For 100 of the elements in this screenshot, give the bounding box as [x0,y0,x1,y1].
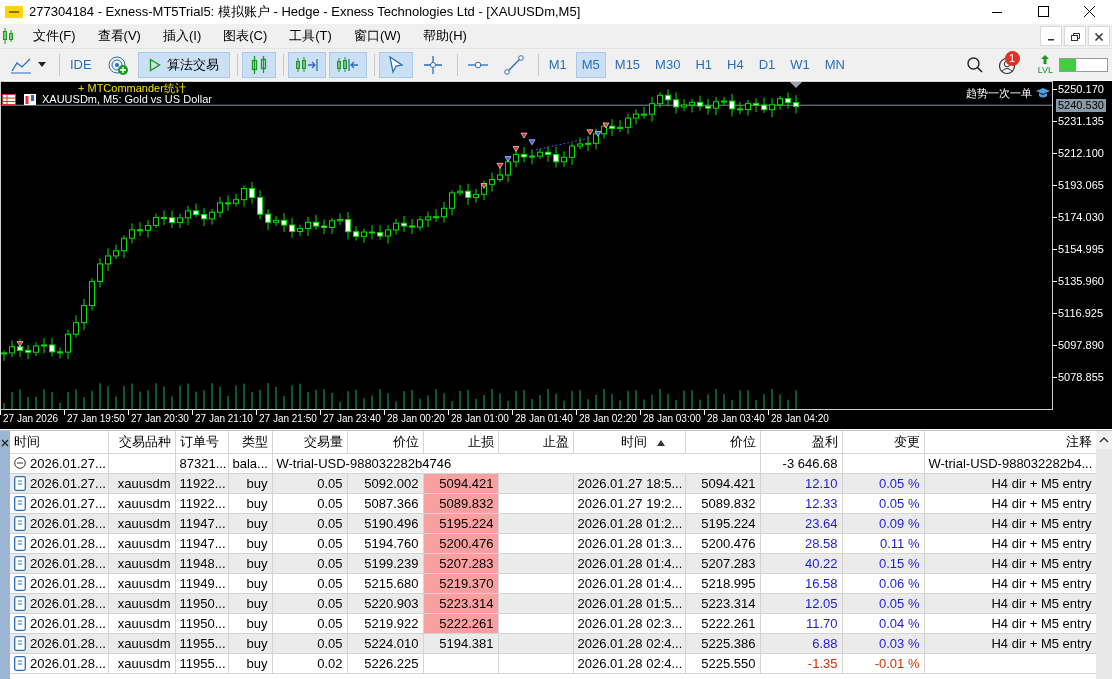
trade-connector-line [535,137,591,151]
menu-item[interactable]: 工具(T) [282,26,339,46]
candlestick [185,205,191,226]
column-header[interactable]: 变更 [842,431,924,453]
table-cell: 0.06 % [842,573,924,593]
algo-trading-button[interactable]: 算法交易 [137,51,230,78]
time-axis-label: 28 Jan 04:20 [771,412,829,426]
toolbar-button[interactable] [378,51,413,78]
minimize-icon[interactable] [992,11,1002,13]
candlestick [425,211,431,228]
table-cell: 12.05 [760,593,842,613]
candlestick [433,208,439,223]
candlestick [561,150,567,168]
table-cell: W-trial-USD-988032282b4746 [272,453,760,473]
table-cell-text: 2026.01.27... [30,474,106,493]
menu-item[interactable]: 图表(C) [216,26,275,46]
table-cell: buy [228,573,272,593]
close-button[interactable] [1088,26,1110,46]
candlestick [393,218,399,235]
column-header[interactable]: 类型 [228,431,272,453]
collapse-icon[interactable] [14,457,26,469]
menu-item[interactable]: 查看(V) [90,26,148,46]
search-icon[interactable] [965,55,984,74]
toolbar-button[interactable] [241,51,276,78]
candlestick [681,98,687,112]
table-cell: 5200.476 [685,533,760,553]
table-cell: 5223.314 [685,593,760,613]
timeframe-tab[interactable]: W1 [784,51,816,78]
menu-item[interactable]: 窗口(W) [346,26,408,46]
time-axis-label: 27 Jan 2026 [3,412,59,426]
timeframe-tab[interactable]: M1 [542,51,573,78]
timeframe-tab[interactable]: M30 [649,51,687,78]
price-axis-label: 5212.100 [1058,147,1104,159]
column-header[interactable]: 订单号 [175,431,228,453]
candlestick [329,217,335,235]
toolbar-button[interactable] [287,51,326,78]
candlestick [137,221,143,237]
toolbar-button[interactable] [328,51,367,78]
scrollbar[interactable] [1096,431,1112,679]
table-cell: xauusdm [108,493,175,513]
timeframe-tab[interactable]: H1 [689,51,718,78]
grid-icon[interactable] [2,93,16,105]
timeframe-tab[interactable]: H4 [721,51,750,78]
candlestick [121,234,127,259]
menu-item[interactable]: 插入(I) [155,26,209,46]
column-header[interactable]: 止盈 [498,431,573,453]
table-cell: xauusdm [108,573,175,593]
timeframe-tab[interactable]: M15 [608,51,647,78]
candlestick [145,219,151,238]
column-header[interactable]: 价位 [347,431,423,453]
table-cell: xauusdm [108,593,175,613]
close-icon[interactable] [1,439,9,447]
table-cell: 11955... [175,653,228,673]
timeframe-tab[interactable]: D1 [752,51,782,78]
shift-marker-icon[interactable] [790,82,802,88]
expert-name-label: 趋势一次一单 [966,86,1032,101]
candlestick [289,217,295,239]
candlestick [737,101,743,115]
candlestick [257,189,263,220]
column-header[interactable]: 交易量 [272,431,347,453]
menu-item[interactable]: 帮助(H) [415,26,474,46]
timeframe-tab[interactable]: MN [818,51,851,78]
upload-arrow-icon [1040,54,1051,65]
table-cell: buy [228,593,272,613]
candlestick [449,189,455,216]
menu-item[interactable]: 文件(F) [26,26,83,46]
candlestick [769,97,775,118]
column-header[interactable]: 价位 [685,431,760,453]
signal-plus-icon [106,53,129,76]
table-cell: 0.05 [272,513,347,533]
column-header[interactable]: 交易品种 [108,431,175,453]
candlestick [241,185,247,208]
time-axis-label: 28 Jan 00:20 [387,412,445,426]
trade-arrow-icon [16,341,24,347]
table-cell: buy [228,633,272,653]
document-icon [14,595,26,611]
column-header[interactable]: 时间 [573,431,685,453]
column-header[interactable]: 止损 [423,431,498,453]
ide-button[interactable]: IDE [64,51,98,78]
table-cell: 2026.01.28 01:5... [573,593,685,613]
table-cell: 5215.680 [347,573,423,593]
table-cell: 5225.386 [685,633,760,653]
table-cell: 5225.550 [685,653,760,673]
restore-button[interactable] [1064,26,1086,46]
table-cell: 5222.261 [685,613,760,633]
candlestick [721,96,727,106]
table-cell: 5226.225 [347,653,423,673]
time-axis-label: 27 Jan 21:50 [259,412,317,426]
candlestick [409,218,415,235]
column-header[interactable]: 盈利 [760,431,842,453]
candlestick [361,228,367,244]
table-cell: 0.05 [272,593,347,613]
column-header[interactable]: 时间 [10,431,108,453]
candlestick [81,298,87,331]
table-cell: 11947... [175,533,228,553]
table-cell: 0.02 [272,653,347,673]
timeframe-tab[interactable]: M5 [575,51,606,78]
table-cell: 11947... [175,513,228,533]
user-icon[interactable] [997,56,1016,75]
table-cell: 0.05 [272,633,347,653]
